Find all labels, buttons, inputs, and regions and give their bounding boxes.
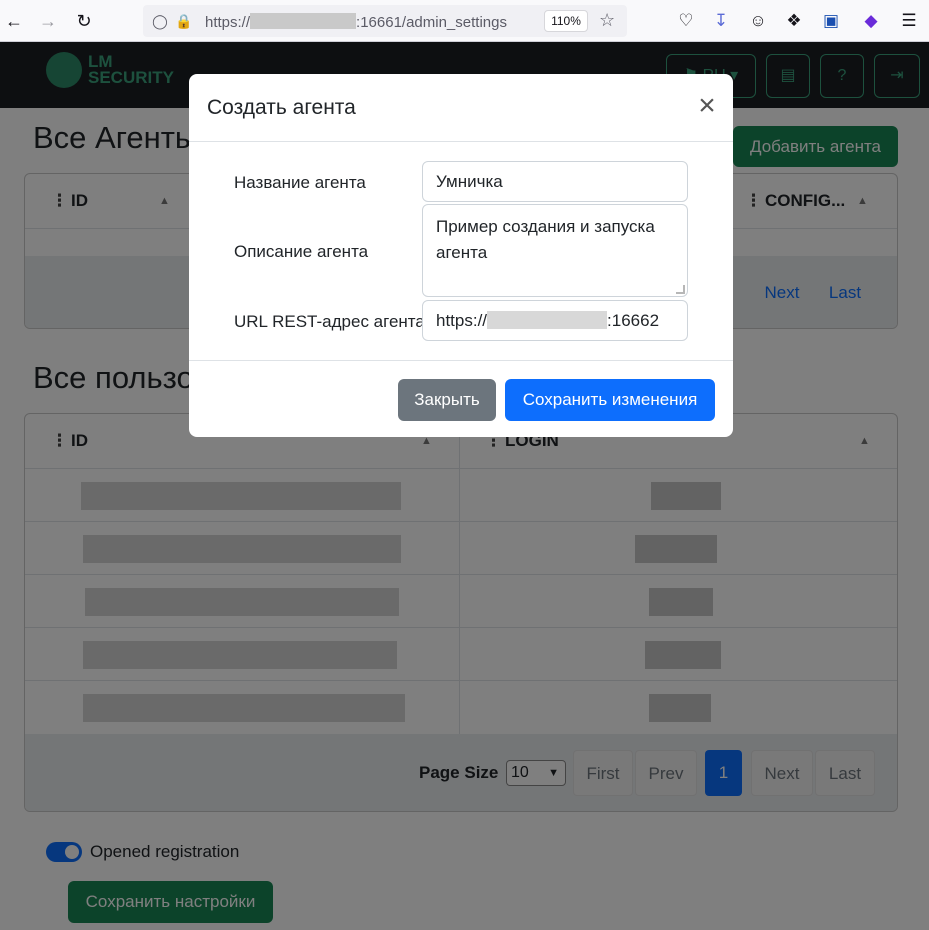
modal-footer: Закрыть Сохранить изменения: [189, 360, 733, 437]
extension-k-icon[interactable]: ▣: [819, 9, 843, 33]
extensions-icon[interactable]: ❖: [782, 9, 806, 33]
pocket-icon[interactable]: ♡: [674, 9, 698, 33]
close-icon[interactable]: ×: [695, 91, 719, 121]
modal-title: Создать агента: [207, 96, 356, 119]
modal-header: Создать агента ×: [189, 74, 733, 142]
forward-icon[interactable]: →: [36, 9, 60, 33]
shield-icon[interactable]: ◯: [151, 12, 169, 30]
address-bar[interactable]: ◯ 🔒 https://:16661/admin_settings 110% ☆: [143, 5, 627, 37]
reload-icon[interactable]: ↻: [72, 9, 96, 33]
zoom-badge[interactable]: 110%: [544, 10, 588, 32]
extension-gem-icon[interactable]: ◆: [859, 9, 883, 33]
agent-description-label: Описание агента: [234, 242, 369, 261]
browser-toolbar: ← → ↻ ◯ 🔒 https://:16661/admin_settings …: [0, 0, 929, 42]
close-button[interactable]: Закрыть: [398, 379, 496, 421]
agent-url-label: URL REST-адрес агента: [234, 312, 425, 331]
create-agent-modal: Создать агента × Название агента Умничка…: [189, 74, 733, 437]
download-icon[interactable]: ↧: [709, 9, 733, 33]
agent-url-input[interactable]: https://:16662: [422, 300, 688, 341]
agent-description-textarea[interactable]: Пример создания и запуска агента: [422, 204, 688, 297]
menu-icon[interactable]: ☰: [897, 9, 921, 33]
agent-name-input[interactable]: Умничка: [422, 161, 688, 202]
lock-icon[interactable]: 🔒: [175, 12, 193, 30]
account-icon[interactable]: ☺: [746, 9, 770, 33]
back-icon[interactable]: ←: [2, 9, 26, 33]
url-redacted: [250, 13, 357, 29]
agent-name-label: Название агента: [234, 173, 366, 192]
save-changes-button[interactable]: Сохранить изменения: [505, 379, 715, 421]
bookmark-star-icon[interactable]: ☆: [599, 10, 615, 31]
url-text[interactable]: https://:16661/admin_settings: [205, 13, 507, 31]
url-redacted: [487, 311, 608, 329]
resize-handle[interactable]: [676, 285, 685, 294]
